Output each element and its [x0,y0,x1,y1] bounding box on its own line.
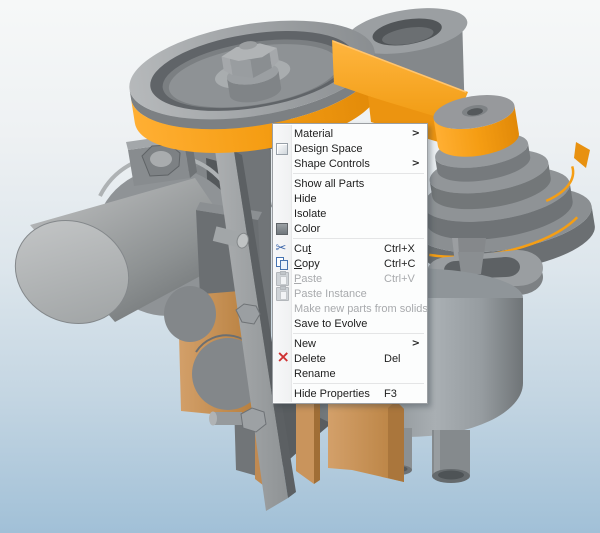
no-icon [276,127,289,140]
menu-item-label: Color [294,223,320,235]
no-icon [276,317,289,330]
delete-icon [276,352,289,365]
menu-item-gutter [273,207,291,220]
no-icon [276,157,289,170]
menu-item-gutter [273,257,291,270]
menu-item-label: Isolate [294,208,326,220]
menu-item-paste-instance[interactable]: Paste Instance [273,286,427,301]
context-menu: Material > Design Space Shape Controls >… [272,123,428,404]
menu-item-gutter [273,387,291,400]
paste-icon [276,287,289,301]
menu-item-hide-properties[interactable]: Hide Properties F3 [273,386,427,401]
no-icon [276,207,289,220]
menu-item-label: Shape Controls [294,158,370,170]
menu-item-shortcut: Del [384,353,401,365]
no-icon [276,177,289,190]
menu-item-hide[interactable]: Hide [273,191,427,206]
submenu-arrow-icon: > [412,339,420,349]
color-swatch-icon [276,223,288,235]
menu-separator [293,238,424,239]
menu-item-label: Material [294,128,333,140]
menu-item-paste[interactable]: Paste Ctrl+V [273,271,427,286]
menu-item-save-to-evolve[interactable]: Save to Evolve [273,316,427,331]
menu-item-label: Make new parts from solids [294,303,428,315]
no-icon [276,192,289,205]
menu-item-label: Copy [294,258,320,270]
menu-item-gutter [273,192,291,205]
no-icon [276,387,289,400]
paste-icon [276,272,289,286]
menu-separator [293,333,424,334]
menu-item-shortcut: Ctrl+V [384,273,415,285]
menu-item-design-space[interactable]: Design Space [273,141,427,156]
menu-item-show-all-parts[interactable]: Show all Parts [273,176,427,191]
menu-item-gutter [273,286,291,301]
menu-item-gutter [273,177,291,190]
menu-item-label: Rename [294,368,336,380]
menu-item-gutter [273,127,291,140]
menu-item-label: Show all Parts [294,178,364,190]
menu-item-gutter [273,242,291,255]
menu-item-isolate[interactable]: Isolate [273,206,427,221]
menu-item-gutter [273,352,291,365]
menu-item-gutter [273,317,291,330]
menu-item-label: Hide Properties [294,388,370,400]
submenu-arrow-icon: > [412,129,420,139]
menu-item-label: Paste [294,273,322,285]
menu-item-gutter [273,157,291,170]
copy-icon [276,257,289,270]
menu-item-shortcut: F3 [384,388,397,400]
no-icon [276,367,289,380]
menu-item-shortcut: Ctrl+C [384,258,415,270]
menu-item-label: Cut [294,243,311,255]
menu-item-label: New [294,338,316,350]
menu-item-gutter [273,271,291,286]
menu-item-label: Design Space [294,143,363,155]
menu-item-cut[interactable]: Cut Ctrl+X [273,241,427,256]
menu-separator [293,383,424,384]
menu-item-label: Save to Evolve [294,318,367,330]
menu-item-new[interactable]: New > [273,336,427,351]
menu-item-color[interactable]: Color [273,221,427,236]
submenu-arrow-icon: > [412,159,420,169]
menu-item-rename[interactable]: Rename [273,366,427,381]
menu-item-delete[interactable]: Delete Del [273,351,427,366]
menu-item-gutter [273,142,291,156]
design-space-icon [276,143,288,155]
menu-item-copy[interactable]: Copy Ctrl+C [273,256,427,271]
cut-icon [276,242,289,255]
menu-item-material[interactable]: Material > [273,126,427,141]
no-icon [276,302,289,315]
menu-item-gutter [273,302,291,315]
menu-item-gutter [273,222,291,236]
menu-item-shape-controls[interactable]: Shape Controls > [273,156,427,171]
menu-item-label: Paste Instance [294,288,367,300]
menu-item-label: Delete [294,353,326,365]
menu-item-gutter [273,367,291,380]
menu-item-label: Hide [294,193,317,205]
menu-separator [293,173,424,174]
menu-item-shortcut: Ctrl+X [384,243,415,255]
menu-item-make-new-parts-from-solids[interactable]: Make new parts from solids [273,301,427,316]
